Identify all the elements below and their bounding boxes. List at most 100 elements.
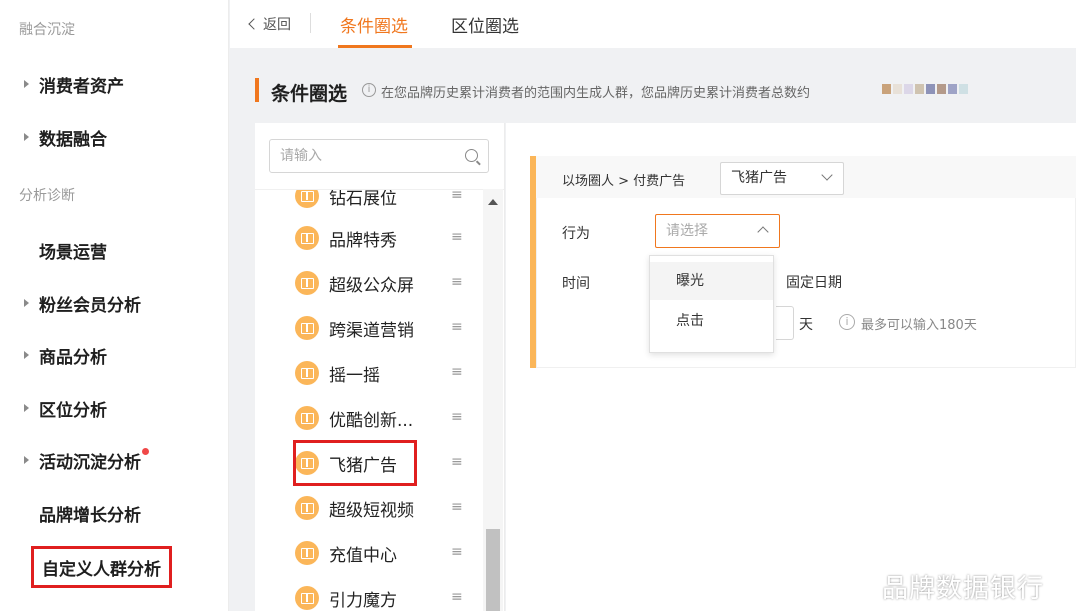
list-item-gravity-cube[interactable]: 引力魔方 xyxy=(295,583,397,611)
drag-handle-icon[interactable]: ≡ xyxy=(451,320,463,334)
drag-handle-icon[interactable]: ≡ xyxy=(451,500,463,514)
caret-right-icon xyxy=(24,299,29,307)
chevron-up-icon xyxy=(757,226,769,238)
list-item-label: 优酷创新... xyxy=(329,410,414,431)
caret-right-icon xyxy=(24,80,29,88)
chevron-left-icon xyxy=(248,18,260,30)
map-icon xyxy=(295,226,319,250)
map-icon xyxy=(295,586,319,610)
action-label: 行为 xyxy=(562,226,590,242)
search-icon[interactable] xyxy=(465,149,478,162)
list-item-label: 引力魔方 xyxy=(329,590,397,611)
sidebar-item-scene-operation[interactable]: 场景运营 xyxy=(39,235,107,265)
sidebar-item-label: 活动沉淀分析 xyxy=(39,452,141,473)
section-accent-bar xyxy=(255,78,259,102)
scroll-up-arrow-icon[interactable] xyxy=(488,199,498,205)
sidebar-item-data-fusion[interactable]: 数据融合 xyxy=(24,122,107,152)
days-unit: 天 xyxy=(799,317,813,333)
sidebar-section-title: 分析诊断 xyxy=(19,188,75,204)
fixed-date-option[interactable]: 固定日期 xyxy=(786,272,842,292)
drag-handle-icon[interactable]: ≡ xyxy=(451,365,463,379)
ad-source-select[interactable]: 飞猪广告 xyxy=(720,162,844,195)
action-placeholder: 请选择 xyxy=(666,223,708,239)
list-item-label: 充值中心 xyxy=(329,545,397,566)
drag-handle-icon[interactable]: ≡ xyxy=(451,590,463,604)
map-icon xyxy=(295,406,319,430)
list-item-youku-innovation[interactable]: 优酷创新... xyxy=(295,403,413,433)
list-item-super-short-video[interactable]: 超级短视频 xyxy=(295,493,414,523)
active-tab-indicator xyxy=(338,45,412,48)
back-label: 返回 xyxy=(263,17,291,33)
redacted-count xyxy=(882,84,968,94)
drag-handle-icon[interactable]: ≡ xyxy=(451,455,463,469)
map-icon xyxy=(295,271,319,295)
caret-right-icon xyxy=(24,133,29,141)
map-icon xyxy=(295,316,319,340)
drag-handle-icon[interactable]: ≡ xyxy=(451,410,463,424)
list-item-diamond-booth[interactable]: 钻石展位 xyxy=(295,189,397,211)
condition-editor-panel: 以场圈人 > 付费广告 飞猪广告 行为 请选择 时间 固定日期 天 i 最多可以… xyxy=(506,123,1076,611)
condition-card: 以场圈人 > 付费广告 飞猪广告 行为 请选择 时间 固定日期 天 i 最多可以… xyxy=(530,156,1076,368)
dropdown-option-impression[interactable]: 曝光 xyxy=(650,262,773,300)
list-item-label: 超级短视频 xyxy=(329,500,414,521)
sidebar-item-consumer-assets[interactable]: 消费者资产 xyxy=(24,69,124,99)
sidebar-item-label: 场景运营 xyxy=(39,242,107,263)
sidebar-section-title: 融合沉淀 xyxy=(19,22,75,38)
list-item-label: 品牌特秀 xyxy=(329,230,397,251)
back-button[interactable]: 返回 xyxy=(248,14,291,34)
list-item-recharge-center[interactable]: 充值中心 xyxy=(295,538,397,568)
action-select[interactable]: 请选择 xyxy=(655,214,780,248)
map-icon xyxy=(295,496,319,520)
tab-condition-select[interactable]: 条件圈选 xyxy=(340,12,408,37)
sidebar-item-fan-member-analysis[interactable]: 粉丝会员分析 xyxy=(24,288,141,318)
chevron-down-icon xyxy=(821,169,833,181)
map-icon xyxy=(295,541,319,565)
search-input[interactable]: 请输入 xyxy=(269,139,489,173)
sidebar-item-label: 区位分析 xyxy=(39,400,107,421)
tab-location-select[interactable]: 区位圈选 xyxy=(451,12,519,37)
watermark: 品牌数据银行 xyxy=(882,574,1045,604)
drag-handle-icon[interactable]: ≡ xyxy=(451,545,463,559)
dropdown-option-click[interactable]: 点击 xyxy=(650,302,773,340)
sidebar-item-location-analysis[interactable]: 区位分析 xyxy=(24,393,107,423)
list-item-cross-channel[interactable]: 跨渠道营销 xyxy=(295,313,414,343)
info-icon: i xyxy=(839,314,855,330)
caret-right-icon xyxy=(24,456,29,464)
list-item-label: 超级公众屏 xyxy=(329,275,414,296)
top-tab-bar: 返回 条件圈选 区位圈选 xyxy=(230,0,1076,48)
list-item-shake[interactable]: 摇一摇 xyxy=(295,358,380,388)
sidebar-item-custom-audience-analysis[interactable]: 自定义人群分析 xyxy=(31,546,172,588)
list-item-brand-show[interactable]: 品牌特秀 xyxy=(295,223,397,253)
ad-source-value: 飞猪广告 xyxy=(731,170,787,186)
sidebar-item-label: 品牌增长分析 xyxy=(39,505,141,526)
sidebar-item-label: 自定义人群分析 xyxy=(42,559,161,580)
list-item-super-public-screen[interactable]: 超级公众屏 xyxy=(295,268,414,298)
sidebar-item-product-analysis[interactable]: 商品分析 xyxy=(24,340,107,370)
channel-list: 钻石展位 ≡ 品牌特秀 ≡ 超级公众屏 ≡ 跨渠道营销 ≡ 摇一摇 ≡ 优酷创新… xyxy=(255,189,504,611)
list-item-label: 跨渠道营销 xyxy=(329,320,414,341)
notification-dot xyxy=(142,447,149,455)
sidebar-item-label: 粉丝会员分析 xyxy=(39,295,141,316)
section-description: 在您品牌历史累计消费者的范围内生成人群，您品牌历史累计消费者总数约 xyxy=(381,86,811,101)
action-dropdown-menu: 曝光 点击 xyxy=(649,255,774,353)
drag-handle-icon[interactable]: ≡ xyxy=(451,230,463,244)
days-hint: 最多可以输入180天 xyxy=(861,318,977,333)
section-title: 条件圈选 xyxy=(271,83,348,105)
caret-right-icon xyxy=(24,404,29,412)
drag-handle-icon[interactable]: ≡ xyxy=(451,275,463,289)
sidebar-item-label: 消费者资产 xyxy=(39,76,124,97)
days-input[interactable] xyxy=(776,306,794,340)
time-label: 时间 xyxy=(562,276,590,292)
left-sidebar: 融合沉淀 消费者资产 数据融合 分析诊断 场景运营 粉丝会员分析 商品分析 区位… xyxy=(0,0,229,611)
list-item-label: 钻石展位 xyxy=(329,189,397,209)
sidebar-item-campaign-analysis[interactable]: 活动沉淀分析 xyxy=(24,445,149,475)
drag-handle-icon[interactable]: ≡ xyxy=(451,190,463,202)
scrollbar-thumb[interactable] xyxy=(486,529,500,611)
divider xyxy=(310,13,311,33)
sidebar-item-brand-growth-analysis[interactable]: 品牌增长分析 xyxy=(39,498,141,528)
highlight-box xyxy=(293,440,417,486)
condition-card-header: 以场圈人 > 付费广告 飞猪广告 xyxy=(536,156,1076,198)
channel-list-panel: 请输入 钻石展位 ≡ 品牌特秀 ≡ 超级公众屏 ≡ 跨渠道营销 ≡ 摇一摇 ≡ xyxy=(255,123,505,611)
scrollbar[interactable] xyxy=(483,189,503,611)
caret-right-icon xyxy=(24,351,29,359)
